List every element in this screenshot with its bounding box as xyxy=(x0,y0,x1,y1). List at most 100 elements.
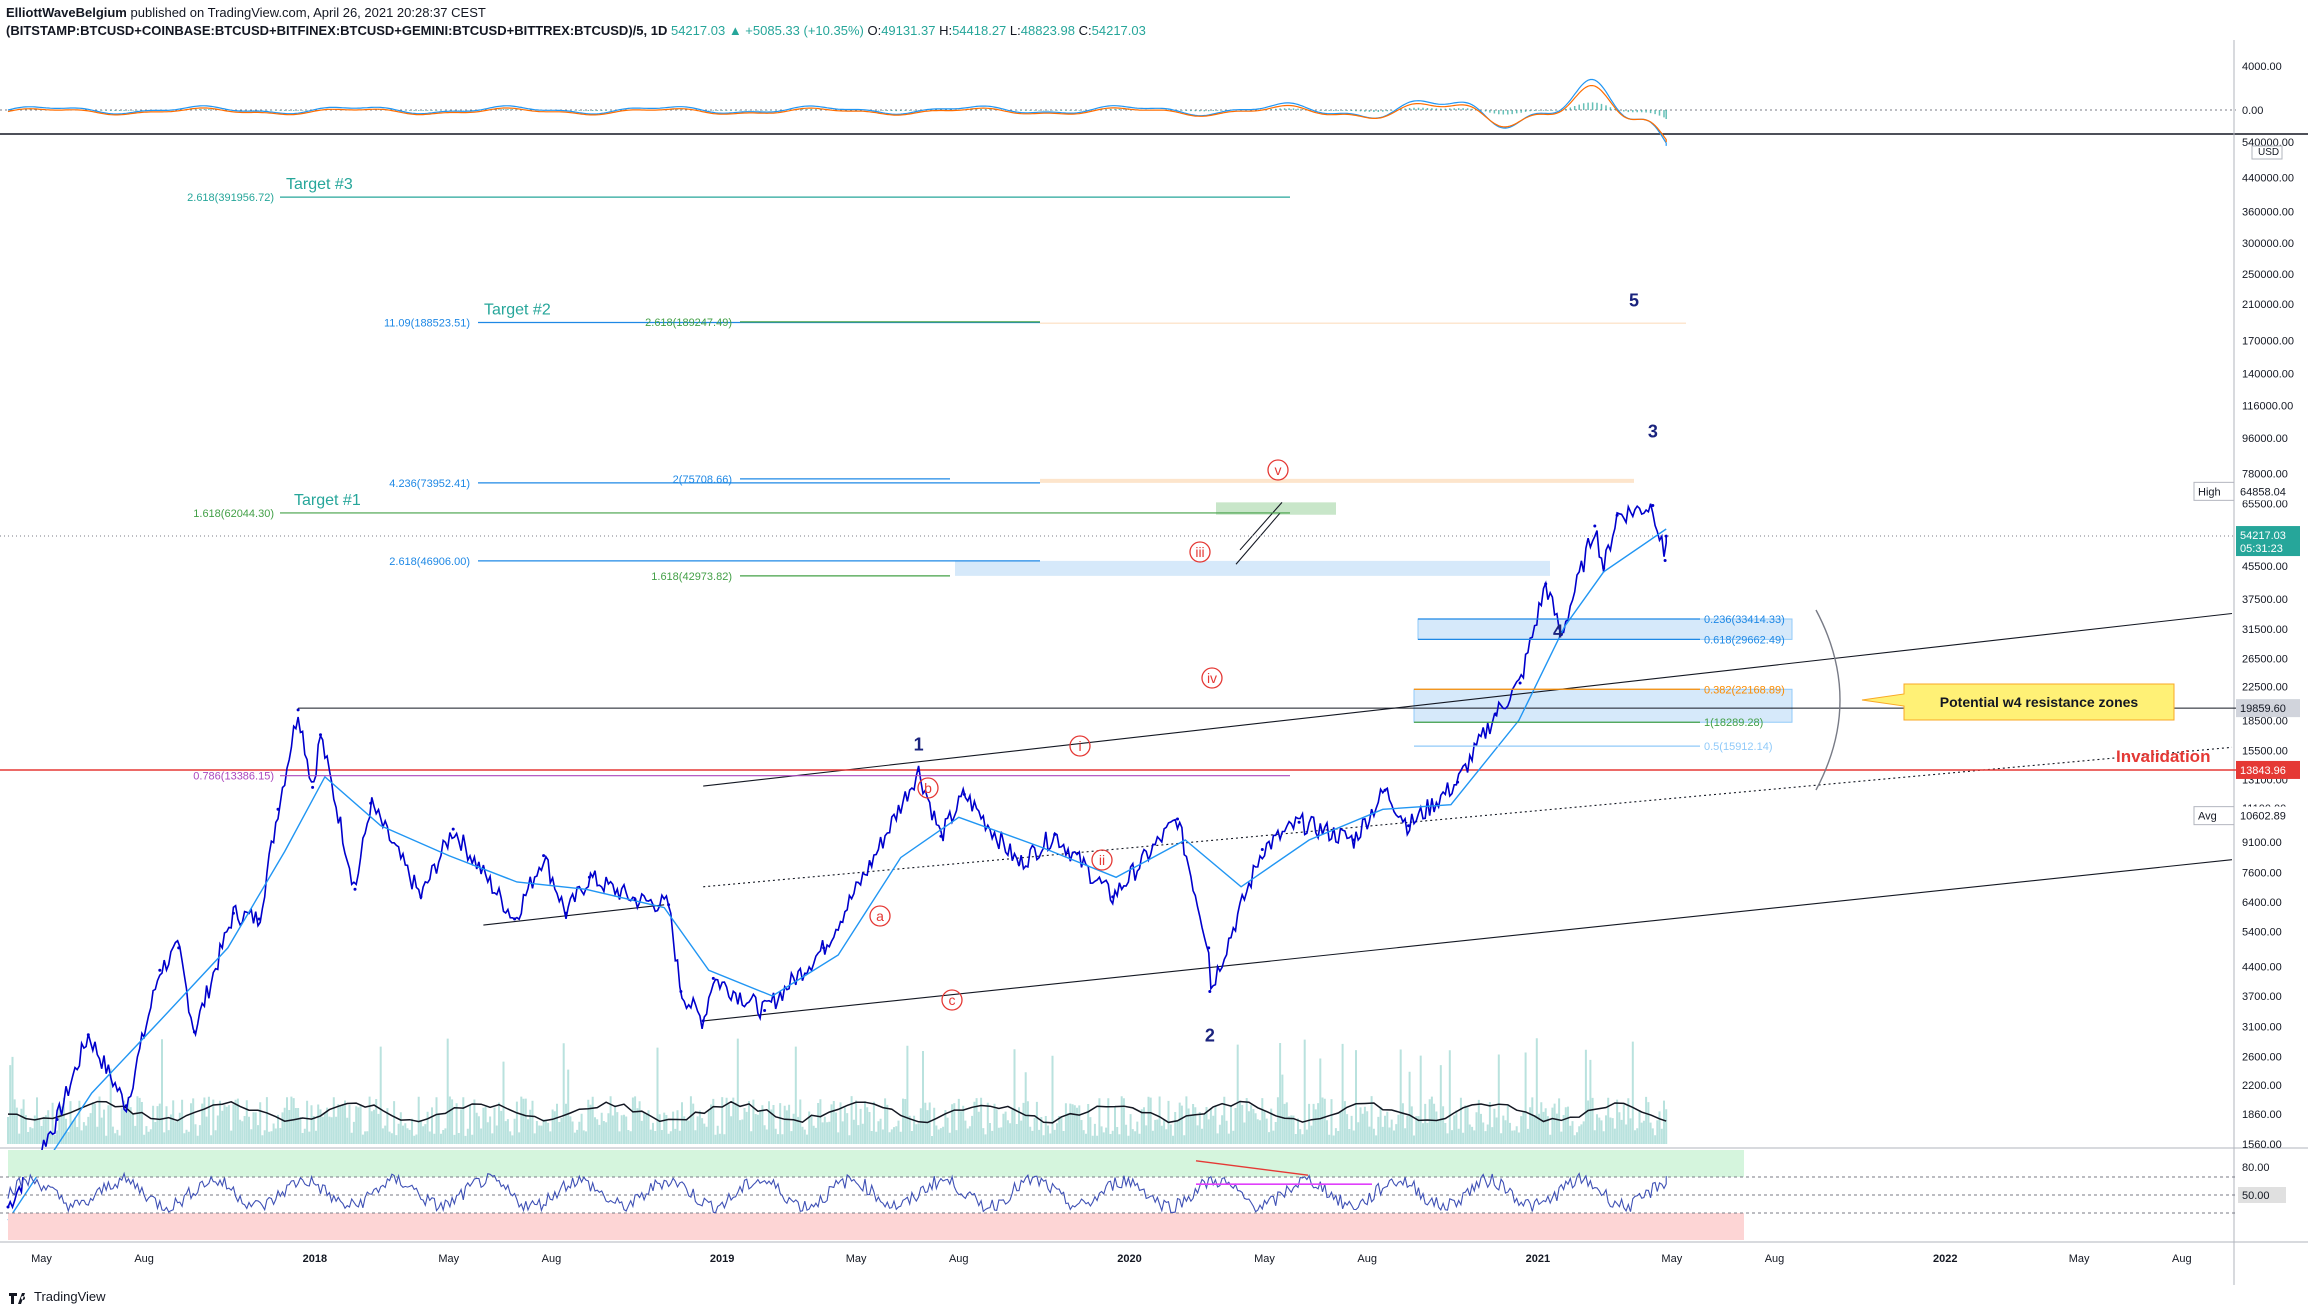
time-axis-tick: May xyxy=(438,1253,459,1265)
price-axis-tick: 2600.00 xyxy=(2242,1051,2282,1063)
time-axis-tick: 2022 xyxy=(1933,1253,1957,1265)
price-point[interactable] xyxy=(711,976,715,980)
price-point[interactable] xyxy=(939,834,943,838)
price-point[interactable] xyxy=(276,807,280,811)
price-point[interactable] xyxy=(419,895,423,899)
price-point[interactable] xyxy=(231,911,235,915)
price-axis-tick: 300000.00 xyxy=(2242,238,2294,250)
price-point[interactable] xyxy=(311,785,315,789)
price-point[interactable] xyxy=(962,792,966,796)
symbol-name[interactable]: (BITSTAMP:BTCUSD+COINBASE:BTCUSD+BITFINE… xyxy=(6,23,667,38)
open-value: 49131.37 xyxy=(881,23,936,38)
price-point[interactable] xyxy=(1456,780,1460,784)
price-point[interactable] xyxy=(177,946,181,950)
price-point[interactable] xyxy=(763,1009,767,1012)
price-point[interactable] xyxy=(369,801,373,805)
target-2-label: Target #2 xyxy=(484,302,551,319)
price-point[interactable] xyxy=(1352,838,1356,842)
price-point[interactable] xyxy=(158,968,162,972)
price-point[interactable] xyxy=(451,827,455,831)
price-point[interactable] xyxy=(1663,559,1667,562)
price-point[interactable] xyxy=(1518,681,1522,685)
wave-minor-label: v xyxy=(1275,462,1282,478)
tradingview-logo-icon xyxy=(9,1292,26,1304)
price-point[interactable] xyxy=(1207,946,1211,950)
price-axis-tick: 250000.00 xyxy=(2242,269,2294,281)
low-value: 48823.98 xyxy=(1020,23,1075,38)
price-axis-tick: 170000.00 xyxy=(2242,335,2294,347)
price-point[interactable] xyxy=(353,887,357,891)
price-axis-tick: 3700.00 xyxy=(2242,991,2282,1003)
price-point[interactable] xyxy=(1176,817,1179,821)
price-axis-tick: 22500.00 xyxy=(2242,682,2288,694)
rsi-oversold-zone xyxy=(8,1213,1744,1240)
price-point[interactable] xyxy=(1544,582,1548,586)
price-point[interactable] xyxy=(124,1104,128,1108)
price-axis-tick: 31500.00 xyxy=(2242,624,2288,636)
price-point[interactable] xyxy=(192,1030,196,1034)
price-point[interactable] xyxy=(1383,788,1387,792)
publisher-line: ElliottWaveBelgium published on TradingV… xyxy=(6,4,2286,22)
last-price-tag: 54217.03 xyxy=(2240,530,2286,542)
fib-level-label: 2.618(391956.72) xyxy=(187,192,274,204)
footer-brand[interactable]: TradingView xyxy=(34,1289,106,1304)
published-info: published on TradingView.com, April 26, … xyxy=(130,5,486,20)
price-point[interactable] xyxy=(542,854,546,858)
price-point[interactable] xyxy=(1297,820,1301,824)
price-point[interactable] xyxy=(1664,534,1668,538)
price-point[interactable] xyxy=(1053,833,1057,836)
price-point[interactable] xyxy=(701,1019,705,1023)
time-axis-tick: 2021 xyxy=(1526,1253,1550,1265)
price-point[interactable] xyxy=(633,898,637,901)
price-point[interactable] xyxy=(869,862,873,866)
time-axis-tick: May xyxy=(31,1253,52,1265)
close-value: 54217.03 xyxy=(1091,23,1146,38)
price-point[interactable] xyxy=(1651,504,1655,507)
chart-header: ElliottWaveBelgium published on TradingV… xyxy=(6,4,2286,40)
price-axis-tick: 1560.00 xyxy=(2242,1139,2282,1151)
fib-level-label: 11.09(188523.51) xyxy=(384,318,470,330)
price-point[interactable] xyxy=(1017,862,1021,866)
price-point[interactable] xyxy=(1260,848,1264,851)
price-point[interactable] xyxy=(1615,513,1619,517)
price-point[interactable] xyxy=(564,911,568,915)
price-point[interactable] xyxy=(55,1118,59,1121)
price-point[interactable] xyxy=(1208,990,1212,993)
price-point[interactable] xyxy=(257,917,261,921)
fib-level-label: 1.618(42973.82) xyxy=(651,571,732,583)
price-point[interactable] xyxy=(1602,566,1606,570)
price-point[interactable] xyxy=(86,1033,90,1037)
price-point[interactable] xyxy=(1407,824,1410,828)
price-point[interactable] xyxy=(679,990,683,993)
time-axis-tick: Aug xyxy=(1765,1253,1785,1265)
footer: TradingView xyxy=(8,1288,106,1306)
price-point[interactable] xyxy=(1494,712,1497,716)
time-axis-tick: 2019 xyxy=(710,1253,734,1265)
price-point[interactable] xyxy=(1593,524,1597,528)
price-point[interactable] xyxy=(917,769,921,772)
target-3-label: Target #3 xyxy=(286,176,353,193)
fib-level-label: 0.786(13386.15) xyxy=(193,771,274,783)
price-point[interactable] xyxy=(296,708,300,712)
author-name[interactable]: ElliottWaveBelgium xyxy=(6,5,127,20)
currency-label[interactable]: USD xyxy=(2258,147,2279,158)
fib-level-label: 0.236(33414.33) xyxy=(1704,614,1785,626)
price-point[interactable] xyxy=(587,875,591,879)
macd-axis-tick: 4000.00 xyxy=(2242,61,2282,73)
price-axis-tick: 78000.00 xyxy=(2242,469,2288,481)
chart-canvas[interactable]: 4000.00 0.00 2.618(391956.72) 11.09(188523… xyxy=(0,40,2308,1285)
wave-primary-label: 2 xyxy=(1205,1025,1215,1045)
fib-level-label: 2.618(46906.00) xyxy=(389,556,470,568)
price-point[interactable] xyxy=(822,946,826,950)
symbol-line: (BITSTAMP:BTCUSD+COINBASE:BTCUSD+BITFINE… xyxy=(6,22,2286,40)
wave-primary-label: 5 xyxy=(1629,291,1639,311)
price-point[interactable] xyxy=(513,917,517,921)
callout-text: Potential w4 resistance zones xyxy=(1940,694,2139,710)
price-axis-tick: 65500.00 xyxy=(2242,499,2288,511)
price-point[interactable] xyxy=(1111,895,1115,899)
price-point[interactable] xyxy=(6,1205,10,1209)
price-point[interactable] xyxy=(319,733,322,737)
price-point[interactable] xyxy=(667,903,671,907)
price-axis-tick: 37500.00 xyxy=(2242,594,2288,606)
fib-level-label: 4.236(73952.41) xyxy=(389,478,470,490)
